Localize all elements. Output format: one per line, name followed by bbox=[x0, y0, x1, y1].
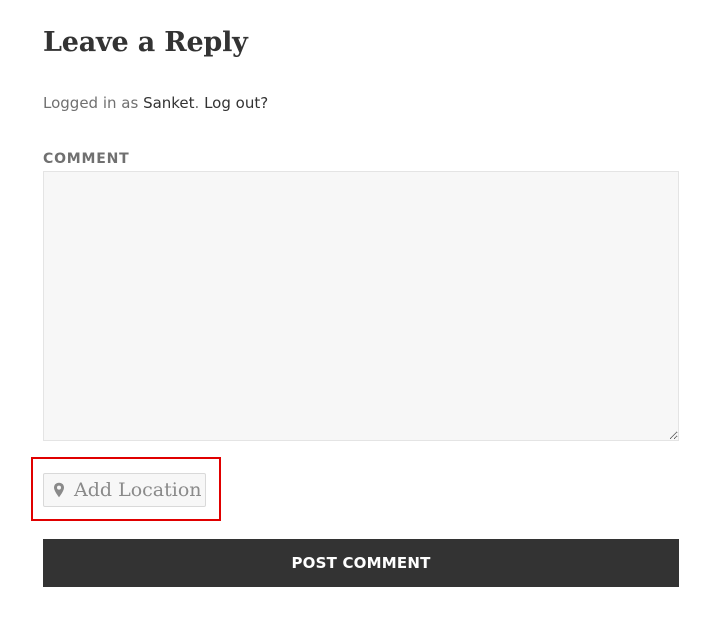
reply-title: Leave a Reply bbox=[43, 27, 248, 58]
map-pin-icon bbox=[53, 482, 65, 498]
logout-link[interactable]: Log out? bbox=[204, 94, 268, 112]
logged-in-separator: . bbox=[194, 94, 205, 112]
add-location-label: Add Location bbox=[74, 479, 202, 501]
add-location-button[interactable]: Add Location bbox=[43, 473, 206, 507]
user-profile-link[interactable]: Sanket bbox=[143, 94, 194, 112]
comment-label: COMMENT bbox=[43, 151, 130, 167]
post-comment-button[interactable]: POST COMMENT bbox=[43, 539, 679, 587]
logged-in-status: Logged in as Sanket. Log out? bbox=[43, 93, 268, 113]
comment-textarea[interactable] bbox=[43, 171, 679, 441]
logged-in-prefix: Logged in as bbox=[43, 94, 144, 112]
